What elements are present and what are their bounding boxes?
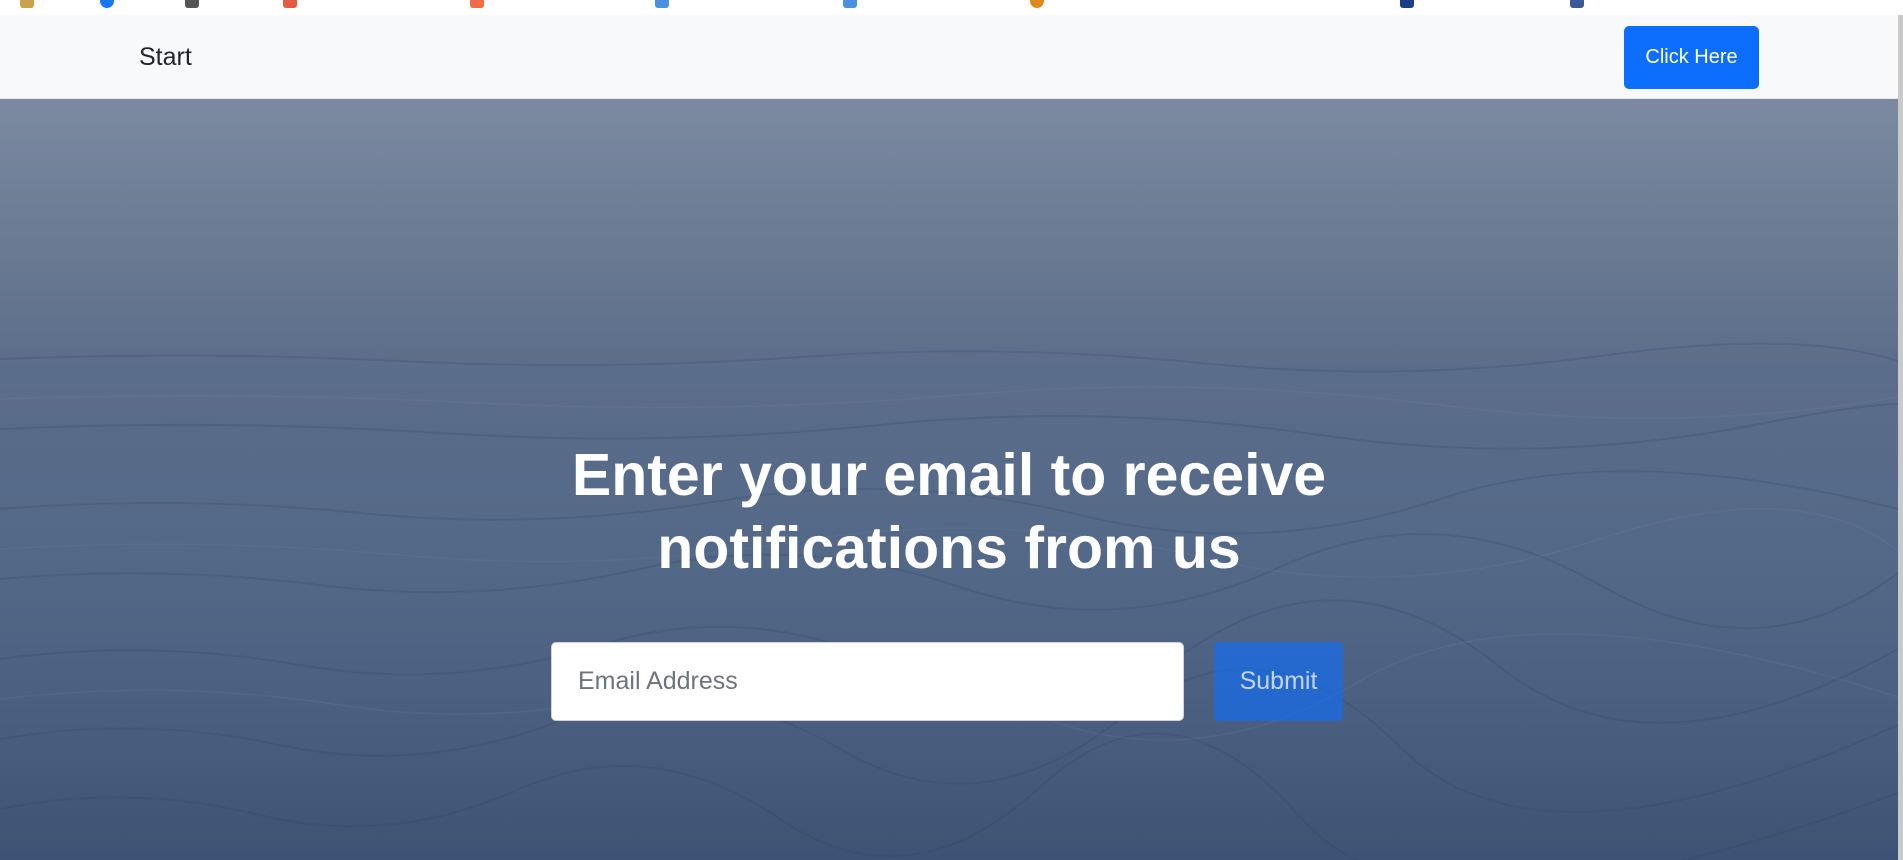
bookmark-icon[interactable]	[843, 0, 857, 8]
hero-section: Enter your email to receive notification…	[0, 99, 1898, 860]
hero-headline: Enter your email to receive notification…	[449, 439, 1449, 585]
click-here-button[interactable]: Click Here	[1624, 26, 1759, 89]
bookmark-icon[interactable]	[470, 0, 484, 8]
navbar-brand[interactable]: Start	[139, 43, 192, 72]
bookmarks-bar	[0, 0, 1903, 16]
hero-headline-line-1: Enter your email to receive	[571, 442, 1327, 508]
hero-headline-line-2: notifications from us	[657, 515, 1241, 581]
browser-viewport: Start Click Here Enter your email to rec…	[0, 0, 1903, 860]
page-scrollbar[interactable]	[1898, 15, 1903, 860]
bookmark-icon[interactable]	[20, 0, 34, 8]
bookmark-icon[interactable]	[1400, 0, 1414, 8]
bookmark-icon[interactable]	[655, 0, 669, 8]
bookmark-icon[interactable]	[1030, 0, 1044, 8]
web-page: Start Click Here Enter your email to rec…	[0, 15, 1898, 860]
navbar: Start Click Here	[0, 15, 1898, 99]
email-input[interactable]	[551, 642, 1184, 721]
submit-button[interactable]: Submit	[1214, 642, 1343, 721]
bookmark-icon[interactable]	[283, 0, 297, 8]
bookmark-icon[interactable]	[100, 0, 114, 8]
bookmark-icon[interactable]	[185, 0, 199, 8]
bookmark-icon[interactable]	[1570, 0, 1584, 8]
